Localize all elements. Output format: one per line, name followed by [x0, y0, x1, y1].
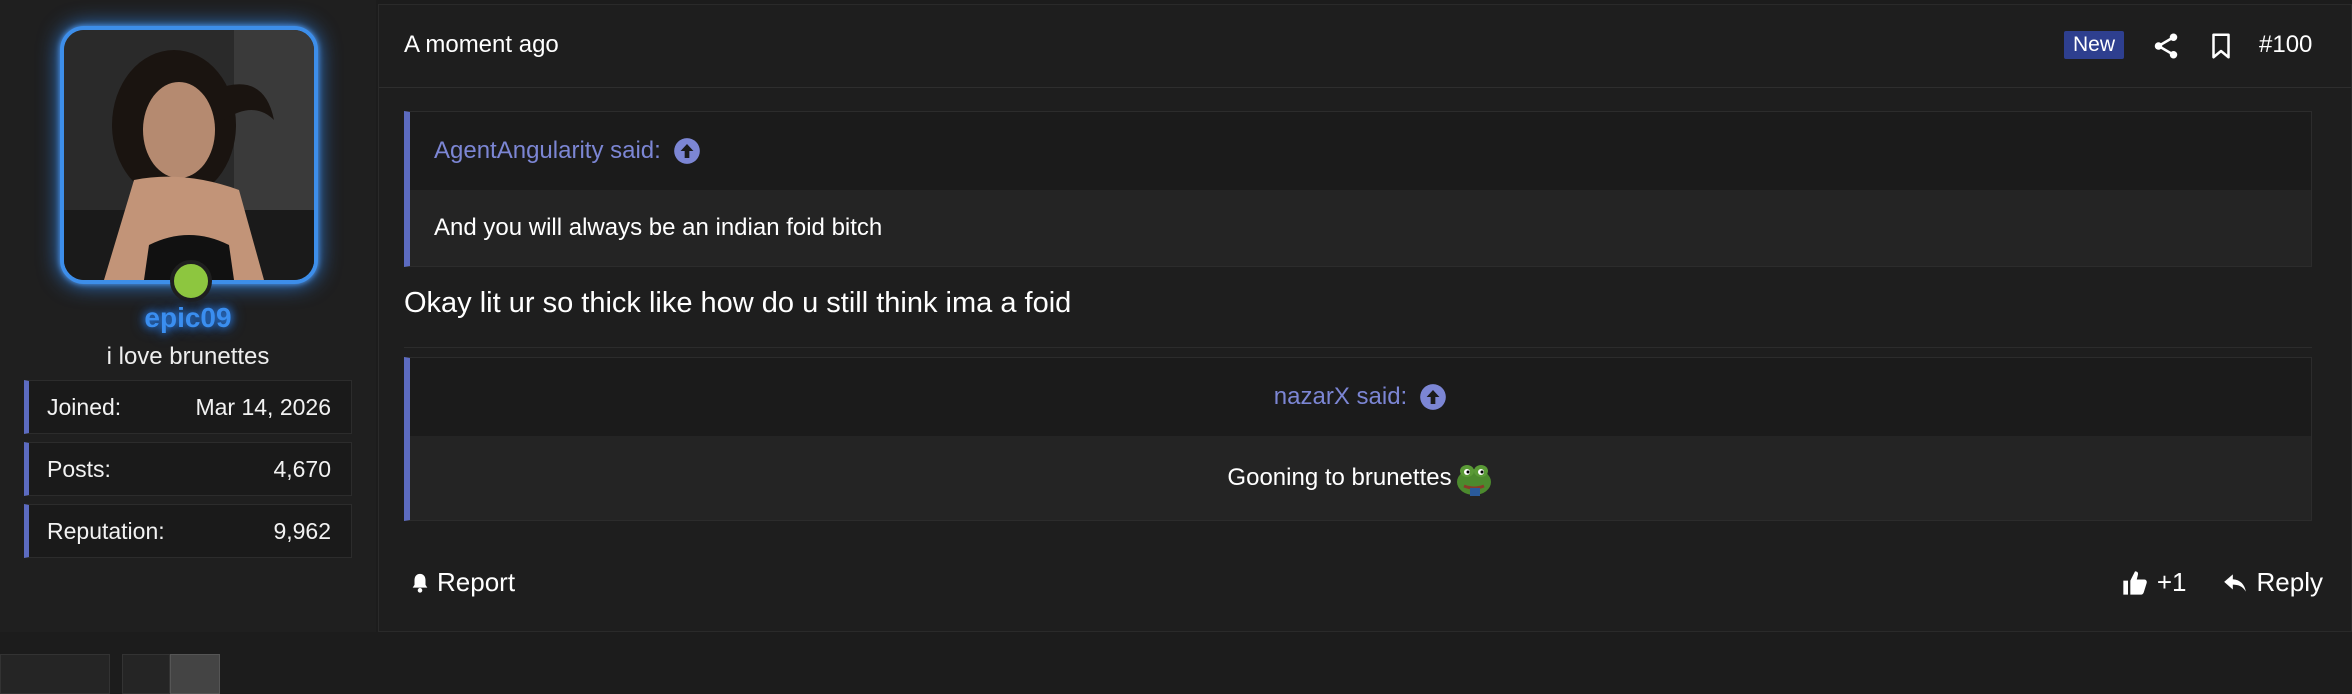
stat-value: 4,670	[273, 455, 331, 482]
quote-content: And you will always be an indian foid bi…	[410, 190, 2311, 266]
quote-content: Gooning to brunettes	[410, 436, 2311, 520]
bell-icon	[412, 573, 428, 593]
quote-block: AgentAngularity said: And you will alway…	[404, 111, 2312, 267]
bookmark-icon[interactable]	[2206, 31, 2236, 61]
stat-label: Joined:	[47, 393, 122, 420]
post-header: A moment ago New #100	[379, 5, 2351, 88]
reply-label: Reply	[2256, 567, 2323, 597]
stat-joined: Joined: Mar 14, 2026	[24, 380, 352, 434]
avatar-image	[64, 30, 314, 280]
reply-button[interactable]: Reply	[2221, 567, 2323, 598]
quote-author[interactable]: AgentAngularity said:	[434, 137, 661, 165]
quote-header: AgentAngularity said:	[410, 112, 2311, 190]
share-icon[interactable]	[2151, 31, 2181, 61]
reply-icon	[2223, 573, 2246, 592]
pagination-button[interactable]	[0, 654, 110, 694]
user-info-panel: epic09 i love brunettes Joined: Mar 14, …	[0, 0, 376, 632]
username[interactable]: epic09	[0, 302, 376, 334]
like-button[interactable]: +1	[2121, 567, 2187, 598]
stat-label: Reputation:	[47, 517, 165, 544]
post-message: Okay lit ur so thick like how do u still…	[404, 287, 1072, 319]
stat-posts: Posts: 4,670	[24, 442, 352, 496]
pepe-emoji-icon	[1456, 465, 1491, 496]
like-count: +1	[2156, 567, 2187, 597]
quote-author[interactable]: nazarX said:	[1274, 383, 1407, 411]
quote-header: nazarX said:	[410, 358, 2311, 436]
stat-label: Posts:	[47, 455, 111, 482]
stat-reputation: Reputation: 9,962	[24, 504, 352, 558]
new-badge: New	[2064, 31, 2125, 59]
arrow-up-circle-icon[interactable]	[1419, 383, 1447, 411]
pagination-button-active[interactable]	[170, 654, 220, 694]
stat-value: Mar 14, 2026	[195, 393, 331, 420]
post-container: A moment ago New #100 AgentAngularity sa…	[378, 4, 2352, 632]
quote-block: nazarX said: Gooning to brunettes	[404, 357, 2312, 521]
pagination-button[interactable]	[122, 654, 170, 694]
avatar[interactable]	[60, 26, 318, 284]
report-label: Report	[437, 567, 516, 597]
quote-text: Gooning to brunettes	[1227, 464, 1452, 491]
divider	[404, 347, 2312, 348]
post-timestamp[interactable]: A moment ago	[404, 31, 559, 59]
user-title: i love brunettes	[106, 343, 270, 370]
post-actions: +1 Reply	[2121, 567, 2323, 598]
post-number[interactable]: #100	[2259, 31, 2312, 59]
online-status-indicator	[170, 260, 212, 302]
report-button[interactable]: Report	[409, 567, 515, 598]
thumbs-up-icon	[2123, 570, 2147, 595]
arrow-up-circle-icon[interactable]	[673, 137, 701, 165]
stat-value: 9,962	[273, 517, 331, 544]
